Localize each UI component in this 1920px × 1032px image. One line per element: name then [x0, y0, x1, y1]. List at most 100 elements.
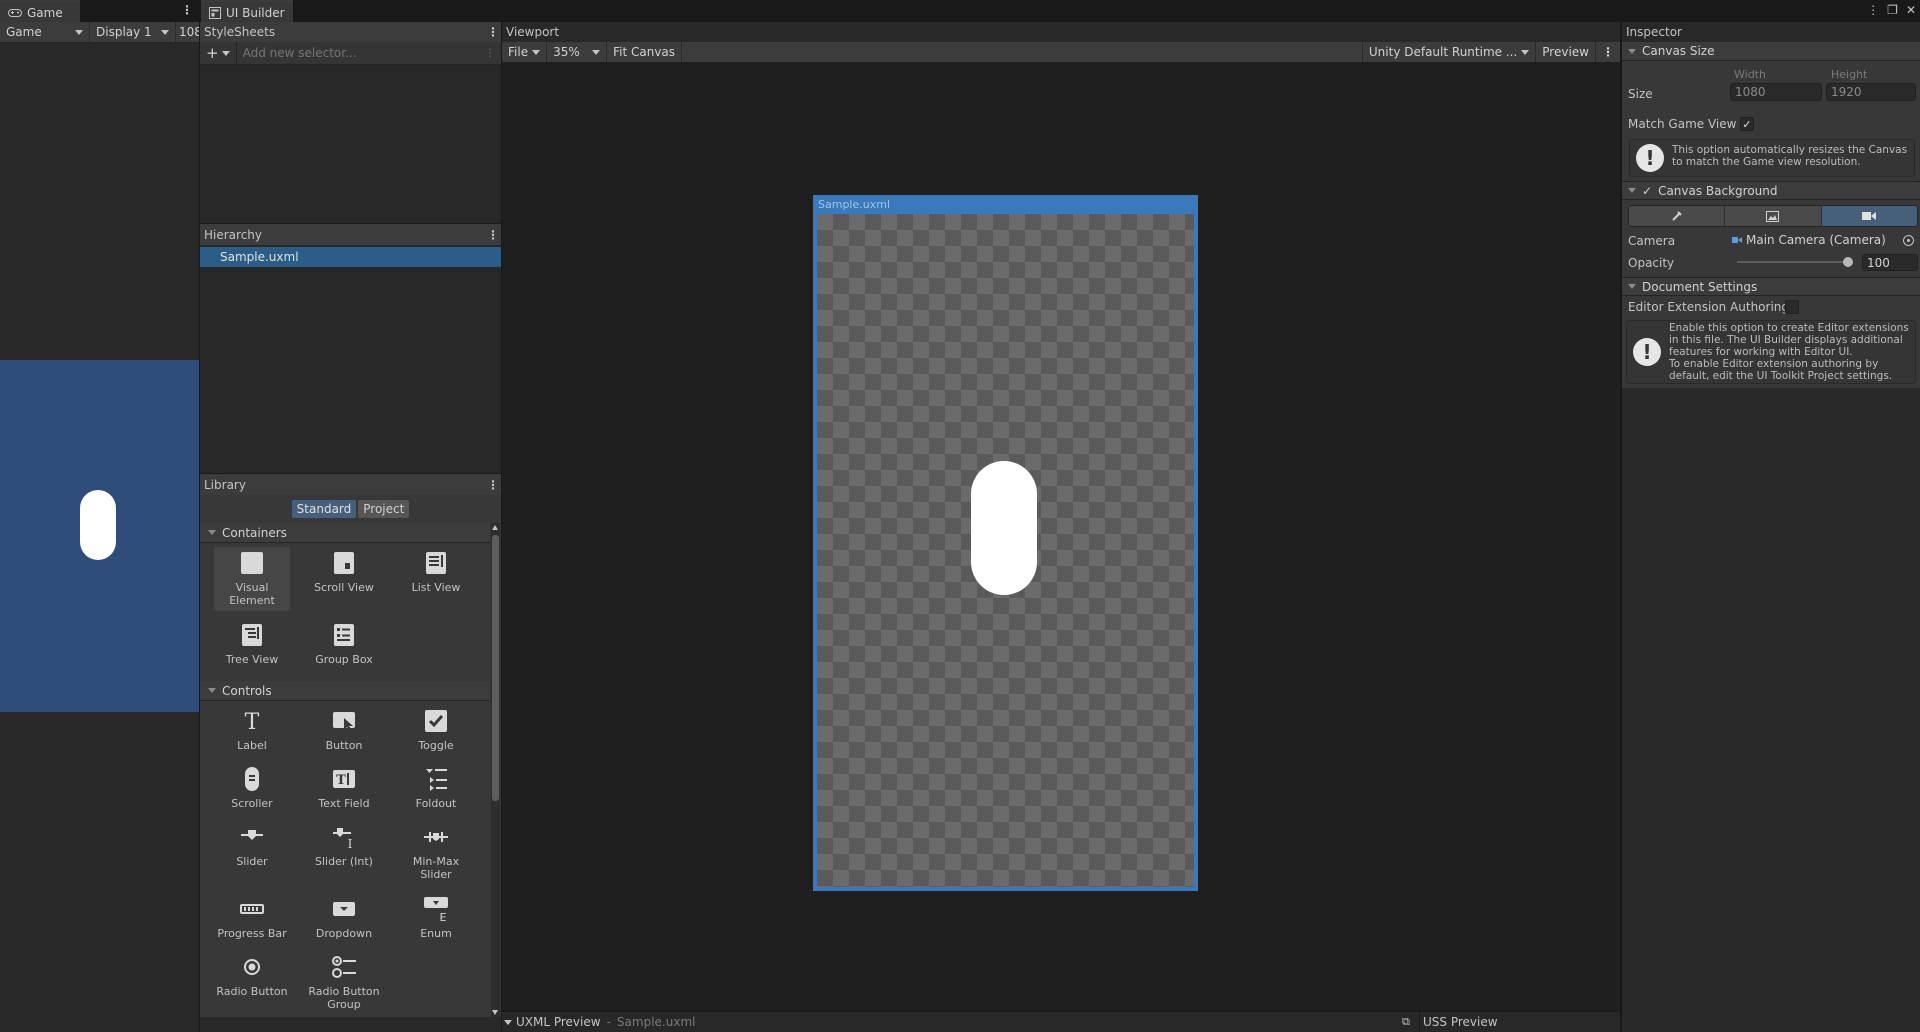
- file-menu-button[interactable]: File: [502, 42, 548, 62]
- background-mode-color[interactable]: [1629, 206, 1726, 226]
- chevron-down-icon: [1628, 188, 1636, 193]
- containers-foldout[interactable]: Containers: [200, 523, 490, 543]
- hierarchy-item-sample[interactable]: Sample.uxml: [200, 247, 501, 267]
- library-item-scroll-view[interactable]: Scroll View: [306, 547, 382, 594]
- height-value: 1920: [1831, 85, 1862, 99]
- stylesheets-header: StyleSheets ⋮: [200, 22, 501, 42]
- library-item-label[interactable]: T Label: [214, 705, 290, 752]
- canvas-pill-element[interactable]: [971, 461, 1037, 595]
- preview-label: Preview: [1542, 45, 1589, 59]
- canvas-frame[interactable]: Sample.uxml: [813, 195, 1198, 891]
- uss-preview-label[interactable]: USS Preview: [1423, 1015, 1498, 1029]
- library-item-slider-int[interactable]: I Slider (Int): [306, 821, 382, 868]
- controls-foldout[interactable]: Controls: [200, 681, 490, 701]
- uxml-preview-toggle-icon[interactable]: [504, 1019, 512, 1025]
- canvas-title-bar[interactable]: Sample.uxml: [813, 195, 1198, 214]
- library-item-visual-element[interactable]: Visual Element: [214, 547, 290, 611]
- library-item-slider[interactable]: Slider: [214, 821, 290, 868]
- stylesheets-title: StyleSheets: [204, 25, 276, 39]
- library-item-text: Slider (Int): [315, 855, 373, 868]
- window-menu-icon[interactable]: ⋮: [1867, 3, 1879, 17]
- document-settings-foldout[interactable]: Document Settings: [1622, 277, 1920, 296]
- editor-extension-help-text: Enable this option to create Editor exte…: [1669, 322, 1909, 382]
- width-field[interactable]: 1080: [1730, 83, 1822, 101]
- library-item-toggle[interactable]: Toggle: [398, 705, 474, 752]
- uxml-preview-label[interactable]: UXML Preview: [516, 1015, 601, 1029]
- radio-button-group-icon: [332, 956, 356, 978]
- label-icon: T: [245, 710, 260, 733]
- canvas-area[interactable]: [817, 214, 1194, 887]
- display-dropdown[interactable]: Display 1: [90, 22, 176, 42]
- background-mode-image[interactable]: [1725, 206, 1822, 226]
- library-item-tree-view[interactable]: Tree View: [214, 619, 290, 666]
- tab-ui-builder-label: UI Builder: [226, 6, 285, 20]
- canvas-background-enabled-icon[interactable]: ✓: [1642, 184, 1652, 198]
- library-item-group-box[interactable]: Group Box: [306, 619, 382, 666]
- zoom-dropdown[interactable]: 35%: [547, 42, 608, 62]
- tab-ui-builder[interactable]: UI Builder: [201, 0, 293, 24]
- opacity-slider[interactable]: [1737, 254, 1853, 270]
- library-item-progress-bar[interactable]: Progress Bar: [214, 893, 290, 940]
- opacity-label: Opacity: [1628, 256, 1675, 270]
- background-mode-camera[interactable]: [1821, 206, 1917, 226]
- add-stylesheet-button[interactable]: +: [200, 42, 237, 64]
- library-menu-icon[interactable]: ⋮: [487, 478, 499, 492]
- preview-button[interactable]: Preview: [1536, 42, 1596, 62]
- game-view-canvas[interactable]: [0, 360, 199, 712]
- hierarchy-menu-icon[interactable]: ⋮: [487, 228, 499, 242]
- zoom-label: 35%: [553, 45, 580, 59]
- stylesheets-content: [200, 65, 501, 223]
- viewport-toolbar: File 35% Fit Canvas Unity Default Runtim…: [502, 42, 1620, 62]
- library-item-scroller[interactable]: Scroller: [214, 763, 290, 810]
- resolution-dropdown[interactable]: 108: [176, 22, 199, 42]
- eyedropper-icon: [1671, 211, 1682, 221]
- scroll-up-arrow-icon[interactable]: [492, 525, 498, 530]
- background-mode-toggle[interactable]: [1628, 205, 1918, 227]
- tab-game[interactable]: Game: [0, 0, 80, 24]
- library-item-button[interactable]: Button: [306, 705, 382, 752]
- editor-extension-checkbox[interactable]: [1785, 300, 1799, 314]
- game-mode-dropdown[interactable]: Game: [0, 22, 90, 42]
- library-item-enum[interactable]: E Enum: [398, 893, 474, 940]
- object-picker-icon[interactable]: [1903, 234, 1914, 246]
- tree-view-icon: [242, 624, 262, 646]
- chevron-down-icon: [1628, 48, 1636, 54]
- panel-divider: [1419, 1012, 1420, 1032]
- svg-text:T: T: [245, 710, 260, 733]
- opacity-slider-thumb[interactable]: [1843, 257, 1853, 267]
- group-box-icon: [334, 624, 354, 646]
- opacity-input[interactable]: 100: [1862, 254, 1918, 271]
- opacity-value: 100: [1867, 255, 1890, 270]
- game-tab-menu-icon[interactable]: ⋮: [181, 3, 193, 17]
- viewport-menu-icon[interactable]: ⋮: [1596, 42, 1620, 62]
- canvas-background-foldout[interactable]: ✓ Canvas Background: [1622, 181, 1920, 200]
- document-settings-header: Document Settings: [1642, 279, 1758, 294]
- library-tab-standard[interactable]: Standard: [291, 500, 357, 518]
- library-item-list-view[interactable]: List View: [398, 547, 474, 594]
- library-item-label: Scroll View: [314, 581, 374, 594]
- game-panel: Game Display 1 108: [0, 22, 199, 1032]
- library-item-text-field[interactable]: T Text Field: [306, 763, 382, 810]
- add-selector-input[interactable]: [240, 45, 479, 61]
- library-item-foldout[interactable]: Foldout: [398, 763, 474, 810]
- match-game-view-checkbox[interactable]: ✓: [1740, 117, 1754, 131]
- inspector-title: Inspector: [1626, 25, 1682, 39]
- canvas-size-foldout[interactable]: Canvas Size: [1622, 42, 1920, 61]
- enum-icon: E: [424, 897, 448, 921]
- fit-canvas-button[interactable]: Fit Canvas: [607, 42, 683, 62]
- library-item-radio-button[interactable]: Radio Button: [214, 951, 290, 998]
- library-item-radio-button-group[interactable]: Radio Button Group: [306, 951, 382, 1011]
- library-tab-project[interactable]: Project: [358, 500, 410, 518]
- stylesheets-menu-icon[interactable]: ⋮: [487, 25, 499, 39]
- chevron-down-icon: [75, 29, 83, 35]
- library-item-dropdown[interactable]: Dropdown: [306, 893, 382, 940]
- theme-dropdown[interactable]: Unity Default Runtime ...: [1361, 42, 1537, 62]
- maximize-icon[interactable]: ❐: [1887, 3, 1898, 17]
- open-external-icon[interactable]: ⧉: [1402, 1015, 1410, 1029]
- library-item-min-max-slider[interactable]: Min-Max Slider: [398, 821, 474, 881]
- chevron-down-icon: [208, 688, 216, 693]
- height-field[interactable]: 1920: [1826, 83, 1916, 101]
- selector-options-icon[interactable]: ⋮: [479, 48, 501, 59]
- close-icon[interactable]: ✕: [1906, 3, 1916, 17]
- camera-object-field[interactable]: Main Camera (Camera): [1732, 231, 1918, 249]
